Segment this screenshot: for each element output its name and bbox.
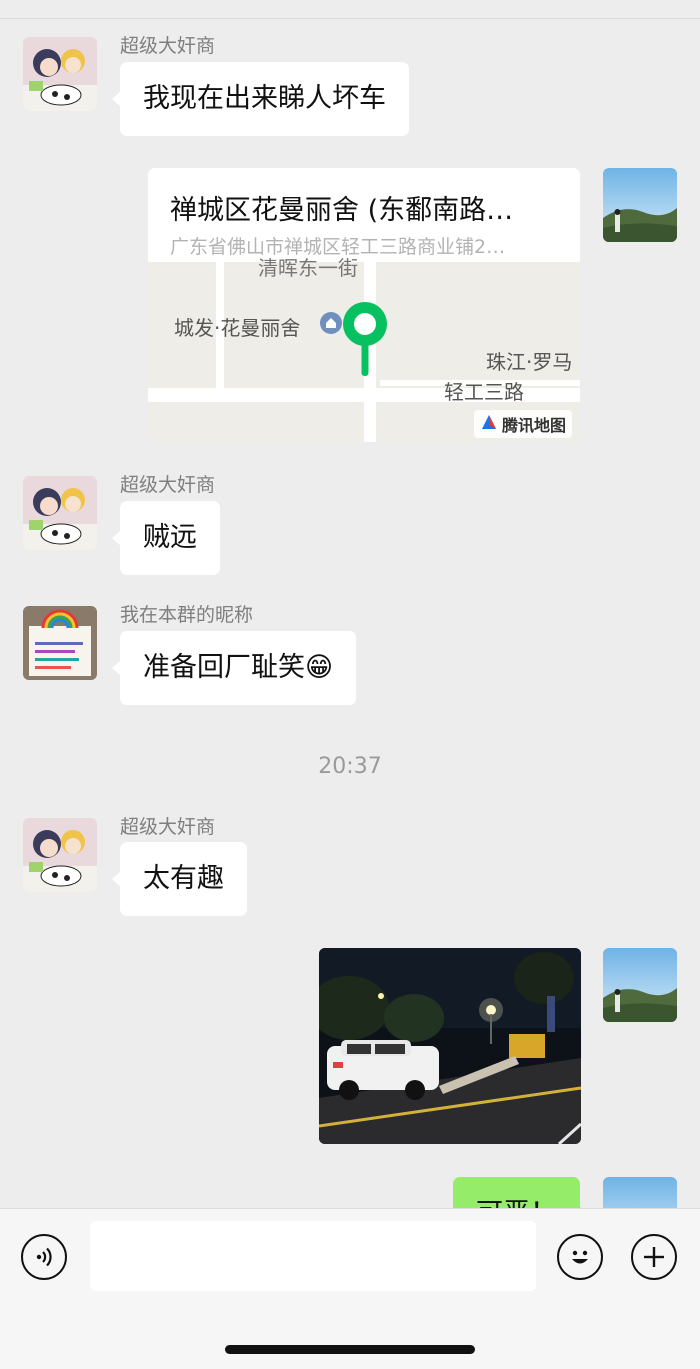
time-divider: 20:37 bbox=[318, 754, 382, 779]
avatar-anime[interactable] bbox=[23, 37, 97, 111]
message-bubble[interactable]: 太有趣 bbox=[112, 842, 247, 916]
location-title: 禅城区花曼丽舍 (东鄱南路… bbox=[170, 195, 514, 226]
map-label-road: 轻工三路 bbox=[444, 380, 524, 404]
voice-icon[interactable] bbox=[21, 1234, 67, 1280]
chat-screen: 超级大奸商 我现在出来睇人坏车 禅城区花曼丽舍 (东鄱南路… 广东省佛山市禅城区… bbox=[0, 0, 700, 1369]
avatar-rainbow[interactable] bbox=[23, 606, 97, 680]
avatar-self[interactable] bbox=[603, 168, 677, 242]
photo-message[interactable] bbox=[319, 948, 581, 1144]
house-icon bbox=[320, 312, 342, 334]
avatar-anime[interactable] bbox=[23, 476, 97, 550]
sender-name: 超级大奸商 bbox=[120, 35, 216, 57]
map-label-poi: 城发·花曼丽舍 bbox=[174, 316, 301, 340]
map-brand: 腾讯地图 bbox=[473, 410, 572, 438]
map-label-right: 珠江·罗马 bbox=[486, 350, 573, 374]
message-bubble[interactable]: 我现在出来睇人坏车 bbox=[112, 62, 409, 136]
input-bar bbox=[0, 1208, 700, 1369]
map-brand-label: 腾讯地图 bbox=[501, 416, 566, 435]
sender-name: 超级大奸商 bbox=[120, 816, 216, 838]
message-input[interactable] bbox=[90, 1221, 536, 1291]
avatar-anime[interactable] bbox=[23, 818, 97, 892]
location-address: 广东省佛山市禅城区轻工三路商业铺2… bbox=[170, 236, 506, 258]
emoji-icon[interactable] bbox=[557, 1234, 603, 1280]
location-map[interactable]: 清晖东一街 城发·花曼丽舍 珠江·罗马 轻工三路 腾讯地图 bbox=[148, 256, 580, 442]
sender-name: 我在本群的昵称 bbox=[120, 604, 254, 626]
home-indicator[interactable] bbox=[225, 1345, 475, 1354]
sender-name: 超级大奸商 bbox=[120, 474, 216, 496]
avatar-self[interactable] bbox=[603, 948, 677, 1022]
map-label-top: 清晖东一街 bbox=[258, 256, 358, 280]
plus-icon[interactable] bbox=[631, 1234, 677, 1280]
location-pin-icon bbox=[340, 300, 390, 380]
location-card[interactable]: 禅城区花曼丽舍 (东鄱南路… 广东省佛山市禅城区轻工三路商业铺2… 清晖东一街 … bbox=[148, 168, 580, 442]
header-divider bbox=[0, 18, 700, 19]
message-bubble[interactable]: 贼远 bbox=[112, 501, 220, 575]
tencent-map-logo-icon bbox=[480, 413, 498, 435]
message-bubble[interactable]: 准备回厂耻笑😁 bbox=[111, 631, 357, 705]
